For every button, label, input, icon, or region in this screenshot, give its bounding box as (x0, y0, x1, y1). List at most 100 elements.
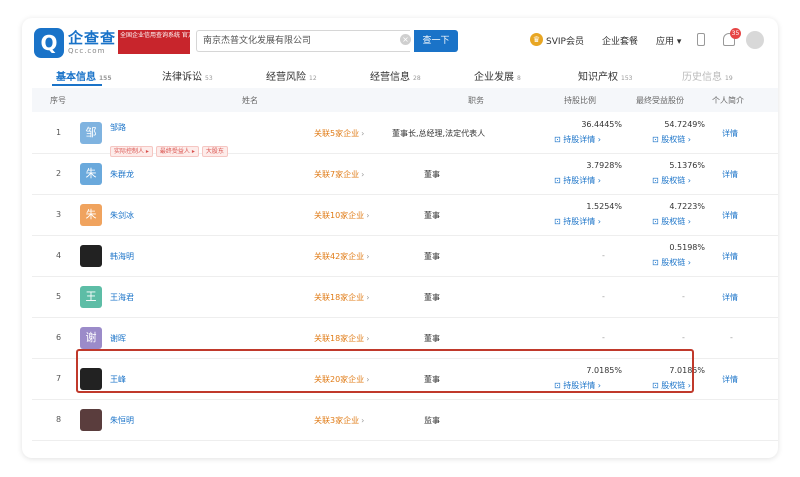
slogan-banner: 全国企业信用查询系统 官方备案企业征信机构 (118, 30, 190, 54)
detail-link[interactable]: 详情 (722, 292, 738, 303)
tab-operations[interactable]: 经营信息 28 (370, 68, 421, 83)
avatar: 朱 (80, 163, 102, 185)
related-companies-link[interactable]: 关联10家企业 › (314, 210, 369, 221)
person-name-link[interactable]: 朱恒明 (110, 415, 134, 426)
final-value: 5.1376% (669, 161, 705, 170)
row-index: 4 (56, 251, 62, 260)
search-input[interactable]: 南京杰普文化发展有限公司 (196, 30, 410, 52)
tab-history[interactable]: 历史信息 19 (682, 68, 733, 83)
person-name-link[interactable]: 朱群龙 (110, 169, 134, 180)
row-index: 8 (56, 415, 62, 424)
person-name-link[interactable]: 邹路 (110, 122, 126, 133)
related-companies-link[interactable]: 关联5家企业 › (314, 128, 364, 139)
ratio-value: - (602, 292, 605, 301)
active-tab-indicator (52, 84, 102, 86)
tab-ip[interactable]: 知识产权 153 (578, 68, 632, 83)
ratio-value: 1.5254% (586, 202, 622, 211)
related-companies-link[interactable]: 关联18家企业 › (314, 292, 369, 303)
clear-icon[interactable]: × (400, 34, 411, 45)
related-companies-link[interactable]: 关联3家企业 › (314, 415, 364, 426)
ratio-value: - (602, 251, 605, 260)
related-companies-link[interactable]: 关联7家企业 › (314, 169, 364, 180)
avatar (80, 245, 102, 267)
col-final: 最终受益股份 (636, 96, 684, 105)
ratio-detail-link[interactable]: ⊡ 持股详情 › (554, 134, 601, 145)
final-value: - (682, 333, 685, 342)
final-value: 54.7249% (664, 120, 705, 129)
detail-link[interactable]: 详情 (722, 169, 738, 180)
top-header: Q 企查查 Qcc.com 全国企业信用查询系统 官方备案企业征信机构 南京杰普… (22, 18, 778, 64)
equity-chain-link[interactable]: ⊡ 股权链 › (652, 216, 691, 227)
col-profile: 个人简介 (712, 96, 744, 105)
table-row: 2 朱 朱群龙 关联7家企业 › 董事 3.7928% ⊡ 持股详情 › 5.13… (32, 155, 778, 195)
equity-chain-link[interactable]: ⊡ 股权链 › (652, 175, 691, 186)
logo-icon[interactable]: Q (34, 28, 64, 58)
tab-risk[interactable]: 经营风险 12 (266, 68, 317, 83)
tab-development[interactable]: 企业发展 8 (474, 68, 521, 83)
svip-link[interactable]: SVIP会员 (546, 34, 584, 47)
ratio-value: 3.7928% (586, 161, 622, 170)
equity-chain-link[interactable]: ⊡ 股权链 › (652, 134, 691, 145)
table-row: 5 王 王海君 关联18家企业 › 董事 - - 详情 (32, 278, 778, 318)
row-index: 6 (56, 333, 62, 342)
table-row: 1 邹 邹路 实际控制人 ▸ 最终受益人 ▸ 大股东 关联5家企业 › 董事长,总经理… (32, 114, 778, 157)
notification-badge: 35 (730, 28, 741, 39)
user-avatar-icon[interactable] (746, 31, 764, 49)
apps-menu[interactable]: 应用 ▾ (656, 34, 681, 47)
search-button[interactable]: 查一下 (414, 30, 458, 52)
detail-value: - (730, 333, 733, 342)
enterprise-link[interactable]: 企业套餐 (602, 34, 638, 47)
detail-link[interactable]: 详情 (722, 251, 738, 262)
row-index: 3 (56, 210, 62, 219)
position-text: 董事 (424, 334, 440, 343)
ratio-detail-link[interactable]: ⊡ 持股详情 › (554, 175, 601, 186)
row-index: 1 (56, 128, 62, 137)
tab-legal[interactable]: 法律诉讼 53 (162, 68, 213, 83)
related-companies-link[interactable]: 关联18家企业 › (314, 333, 369, 344)
person-name-link[interactable]: 谢晖 (110, 333, 126, 344)
apps-label: 应用 (656, 37, 675, 47)
col-name: 姓名 (242, 96, 258, 105)
ratio-detail-link[interactable]: ⊡ 持股详情 › (554, 216, 601, 227)
row-index: 5 (56, 292, 62, 301)
detail-link[interactable]: 详情 (722, 210, 738, 221)
row-index: 2 (56, 169, 62, 178)
equity-chain-link[interactable]: ⊡ 股权链 › (652, 257, 691, 268)
tab-basic-info[interactable]: 基本信息 155 (56, 68, 112, 83)
final-value: - (682, 292, 685, 301)
person-name-link[interactable]: 朱剑冰 (110, 210, 134, 221)
section-tabs: 基本信息 155 法律诉讼 53 经营风险 12 经营信息 28 企业发展 8 知识产权 1… (22, 64, 778, 86)
ratio-value: 36.4445% (581, 120, 622, 129)
person-name-link[interactable]: 王海君 (110, 292, 134, 303)
row-index: 7 (56, 374, 62, 383)
table-row: 3 朱 朱剑冰 关联10家企业 › 董事 1.5254% ⊡ 持股详情 › 4.7… (32, 196, 778, 236)
avatar: 邹 (80, 122, 102, 144)
col-position: 职务 (468, 96, 484, 105)
person-name-link[interactable]: 韩海明 (110, 251, 134, 262)
crown-icon: ♛ (530, 33, 543, 46)
avatar: 谢 (80, 327, 102, 349)
table-row: 4 韩海明 关联42家企业 › 董事 - 0.5198% ⊡ 股权链 › 详情 (32, 237, 778, 277)
position-text: 董事长,总经理,法定代表人 (392, 129, 486, 138)
final-value: 4.7223% (669, 202, 705, 211)
logo-title[interactable]: 企查查 (68, 27, 116, 48)
table-row: 8 朱恒明 关联3家企业 › 监事 (32, 401, 778, 441)
highlight-box (76, 349, 694, 393)
company-page: Q 企查查 Qcc.com 全国企业信用查询系统 官方备案企业征信机构 南京杰普… (22, 18, 778, 458)
ratio-value: - (602, 333, 605, 342)
avatar: 朱 (80, 204, 102, 226)
col-index: 序号 (50, 96, 66, 105)
table-header: 序号 姓名 职务 持股比例 最终受益股份 个人简介 (32, 88, 778, 112)
detail-link[interactable]: 详情 (722, 374, 738, 385)
position-text: 董事 (424, 293, 440, 302)
detail-link[interactable]: 详情 (722, 128, 738, 139)
col-ratio: 持股比例 (564, 96, 596, 105)
final-value: 0.5198% (669, 243, 705, 252)
position-text: 监事 (424, 416, 440, 425)
avatar (80, 409, 102, 431)
related-companies-link[interactable]: 关联42家企业 › (314, 251, 369, 262)
logo-url: Qcc.com (68, 47, 106, 55)
position-text: 董事 (424, 170, 440, 179)
phone-icon[interactable] (697, 33, 705, 46)
avatar: 王 (80, 286, 102, 308)
